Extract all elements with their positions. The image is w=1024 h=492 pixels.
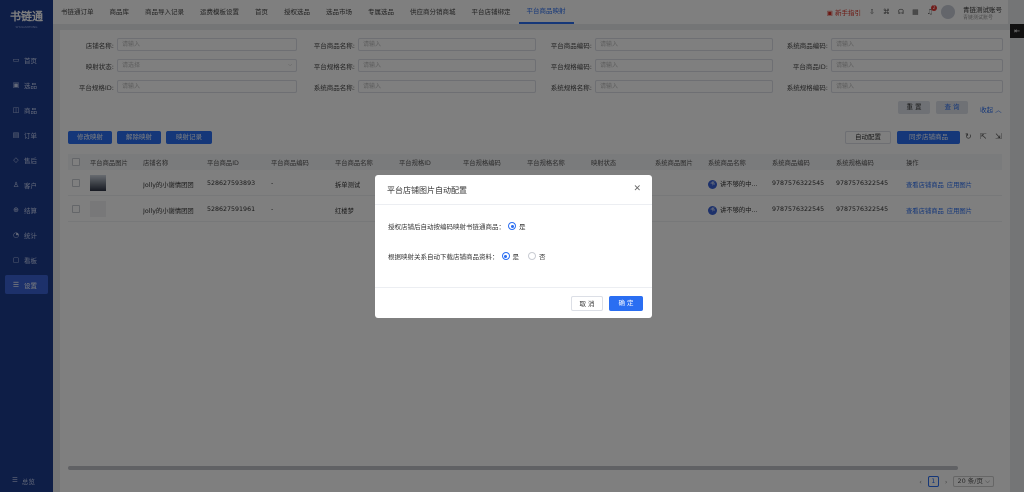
option-label: 根据映射关系自动下载店铺商品资料： — [388, 253, 499, 261]
option-auto-map: 授权店铺后自动按编码映射书链通商品： 是 — [388, 221, 526, 231]
cancel-button[interactable]: 取 消 — [571, 296, 603, 311]
confirm-button[interactable]: 确 定 — [609, 296, 643, 311]
option-label: 授权店铺后自动按编码映射书链通商品： — [388, 223, 505, 231]
divider — [375, 287, 652, 288]
dialog-title: 平台店铺图片自动配置 — [387, 186, 467, 195]
divider — [375, 204, 652, 205]
auto-download-no-radio[interactable] — [528, 252, 536, 260]
radio-label[interactable]: 否 — [539, 251, 546, 261]
auto-config-dialog: 平台店铺图片自动配置 ✕ 授权店铺后自动按编码映射书链通商品： 是 根据映射关系… — [375, 175, 652, 318]
option-auto-download: 根据映射关系自动下载店铺商品资料： 是 否 — [388, 251, 546, 261]
auto-map-yes-radio[interactable] — [508, 222, 516, 230]
close-icon[interactable]: ✕ — [633, 184, 641, 194]
auto-download-yes-radio[interactable] — [501, 252, 510, 260]
radio-label[interactable]: 是 — [513, 251, 520, 261]
radio-label[interactable]: 是 — [519, 221, 526, 231]
